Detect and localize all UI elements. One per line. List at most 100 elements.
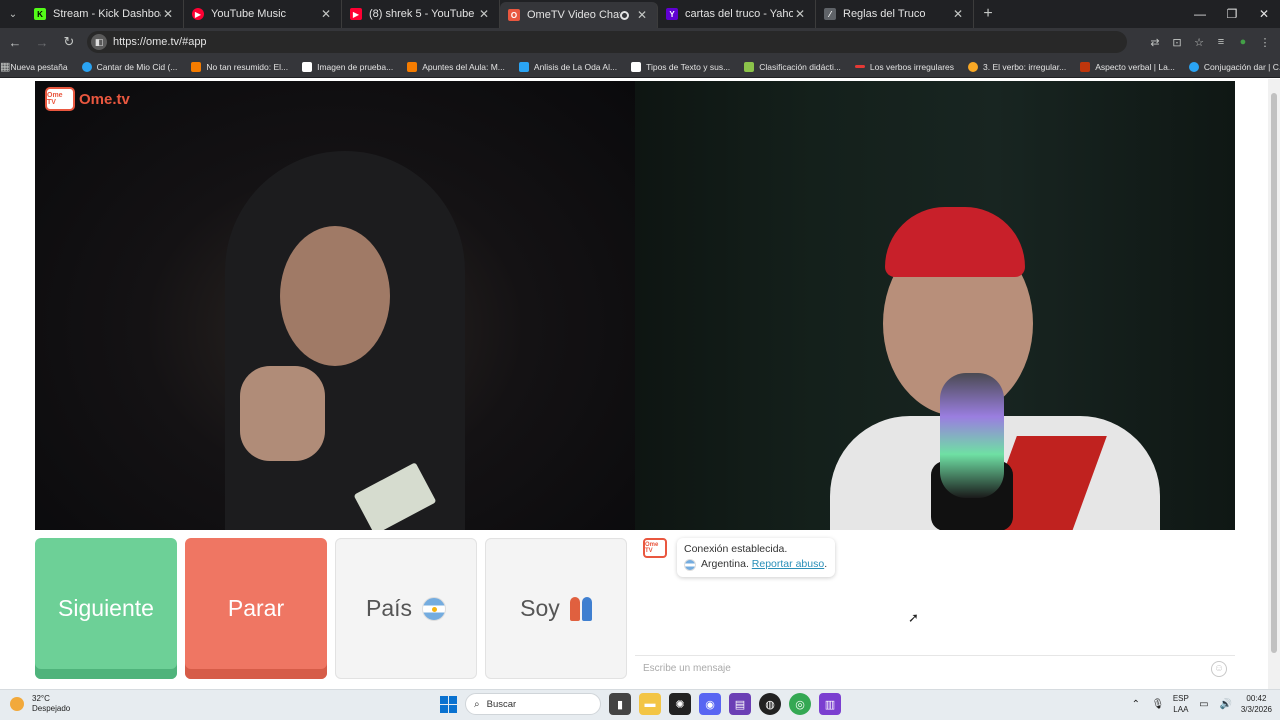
self-video (635, 81, 1235, 530)
bookmark-item[interactable]: Apuntes del Aula: M... (407, 61, 505, 72)
tab-youtube-music[interactable]: ▶ YouTube Music ✕ (184, 0, 342, 28)
obs-icon[interactable]: ◍ (759, 693, 781, 715)
self-cap (885, 207, 1025, 277)
gender-button-label: Soy (520, 595, 560, 621)
chevron-up-icon[interactable]: ⌃ (1129, 699, 1143, 710)
system-message: Conexión establecida. Argentina. Reporta… (677, 538, 836, 577)
apps-grid-icon[interactable]: ▦ (0, 60, 10, 73)
twitch-icon[interactable]: ▥ (819, 693, 841, 715)
scrollbar-thumb[interactable] (1271, 93, 1277, 653)
tab-title: Stream - Kick Dashboard (53, 8, 161, 20)
language-indicator[interactable]: ESP LAA (1173, 693, 1189, 715)
tab-close-icon[interactable]: ✕ (951, 7, 965, 21)
stop-button[interactable]: Parar (185, 538, 327, 679)
tab-youtube-shrek[interactable]: ▶ (8) shrek 5 - YouTube ✕ (342, 0, 500, 28)
next-button[interactable]: Siguiente (35, 538, 177, 679)
close-window-icon[interactable]: ✕ (1248, 0, 1280, 28)
bookmark-item[interactable]: 3. El verbo: irregular... (968, 61, 1066, 72)
file-explorer-icon[interactable]: ▬ (639, 693, 661, 715)
wordpress-favicon-icon (81, 61, 92, 72)
chat-panel: Ome TV Conexión establecida. Argentina. … (635, 530, 1235, 689)
clapperboard-icon[interactable]: ▤ (729, 693, 751, 715)
bookmark-item[interactable]: Nueva pestaña (10, 62, 67, 72)
couple-icon (569, 596, 592, 621)
microphone-icon[interactable]: 🎙 (1151, 699, 1165, 710)
tab-kick-dashboard[interactable]: K Stream - Kick Dashboard ✕ (26, 0, 184, 28)
chatgpt-icon[interactable]: ✺ (669, 693, 691, 715)
tab-ometv[interactable]: O OmeTV Video Chat — Ome ✕ (500, 2, 658, 28)
bookmark-item[interactable]: Conjugación dar | C... (1188, 61, 1280, 72)
page-favicon-icon (518, 61, 529, 72)
taskbar-apps: ⌕ Buscar ▮ ▬ ✺ ◉ ▤ ◍ ◎ ▥ (440, 693, 841, 715)
minimize-icon[interactable]: — (1184, 0, 1216, 28)
weather-desc: Despejado (32, 704, 71, 713)
country-button-label: País (365, 595, 413, 621)
new-tab-plus-icon[interactable]: + (974, 5, 1002, 23)
gender-filter-button[interactable]: Soy (485, 538, 627, 679)
youtube-favicon-icon: ▶ (350, 8, 362, 20)
country-filter-button[interactable]: País (335, 538, 477, 679)
chrome-icon[interactable]: ◎ (789, 693, 811, 715)
message-input[interactable] (643, 663, 1211, 674)
page-scrollbar[interactable] (1268, 79, 1280, 689)
tab-close-icon[interactable]: ✕ (793, 7, 807, 21)
tab-yahoo-search[interactable]: Y cartas del truco - Yahoo Search ✕ (658, 0, 816, 28)
bookmark-star-icon[interactable]: ☆ (1190, 36, 1208, 49)
message-input-row: ☺ (635, 655, 1235, 681)
bookmarks-bar: ▦ Nueva pestaña Cantar de Mio Cid (... N… (0, 56, 1280, 78)
tab-close-icon[interactable]: ✕ (319, 7, 333, 21)
ometv-favicon-icon: O (508, 9, 520, 21)
bookmark-item[interactable]: No tan resumido: El... (191, 61, 288, 72)
install-app-icon[interactable]: ⊡ (1168, 36, 1186, 49)
task-view-icon[interactable]: ▮ (609, 693, 631, 715)
restore-icon[interactable]: ❐ (1216, 0, 1248, 28)
page-favicon-icon (1188, 61, 1199, 72)
page-favicon-icon (1080, 61, 1091, 72)
tab-close-icon[interactable]: ✕ (477, 7, 491, 21)
report-abuse-link[interactable]: Reportar abuso (752, 557, 824, 572)
blogger-favicon-icon (407, 61, 418, 72)
tab-close-icon[interactable]: ✕ (635, 8, 649, 22)
wikimedia-favicon-icon (302, 61, 313, 72)
clock[interactable]: 00:42 3/3/2026 (1241, 693, 1272, 715)
weather-widget[interactable]: 32°C Despejado (10, 694, 70, 714)
omnibox[interactable]: ◧ https://ome.tv/#app (87, 31, 1127, 53)
windows-taskbar: 32°C Despejado ⌕ Buscar ▮ ▬ ✺ ◉ ▤ ◍ ◎ ▥ … (0, 689, 1280, 720)
bookmark-item[interactable]: Tipos de Texto y sus... (631, 61, 730, 72)
rgb-microphone (940, 373, 1004, 498)
page-favicon-icon (854, 65, 865, 68)
tab-title: OmeTV Video Chat — Ome (527, 9, 620, 21)
ometv-page: Ome TV Ome.tv Siguiente Parar País Soy O… (0, 79, 1280, 689)
address-toolbar: ← → ↻ ◧ https://ome.tv/#app ⇄ ⊡ ☆ ≡ ● ⋮ (0, 28, 1280, 56)
profile-avatar-icon[interactable]: ● (1234, 36, 1252, 49)
bookmark-item[interactable]: Aspecto verbal | La... (1080, 61, 1175, 72)
argentina-flag-icon (684, 558, 696, 571)
back-arrow-icon[interactable]: ← (3, 35, 27, 50)
camera-site-info-icon[interactable]: ◧ (91, 34, 107, 50)
translate-icon[interactable]: ⇄ (1146, 36, 1164, 49)
display-icon[interactable]: ▭ (1197, 699, 1211, 710)
more-menu-icon[interactable]: ⋮ (1256, 36, 1274, 49)
url-text[interactable]: https://ome.tv/#app (113, 36, 207, 48)
tab-reglas-truco[interactable]: ⁄ Reglas del Truco ✕ (816, 0, 974, 28)
bookmark-item[interactable]: Anlisis de La Oda Al... (518, 61, 617, 72)
taskbar-search[interactable]: ⌕ Buscar (465, 693, 601, 715)
bookmark-item[interactable]: Cantar de Mio Cid (... (81, 61, 177, 72)
media-controls-icon[interactable]: ≡ (1212, 36, 1230, 49)
bookmark-item[interactable]: Clasificación didácti... (744, 61, 841, 72)
tab-search-chevron-down-icon[interactable]: ⌄ (0, 0, 26, 28)
taskbar-search-label: Buscar (486, 698, 517, 710)
volume-icon[interactable]: 🔊 (1219, 699, 1233, 710)
discord-icon[interactable]: ◉ (699, 693, 721, 715)
bookmark-item[interactable]: Los verbos irregulares (854, 62, 954, 72)
windows-start-icon[interactable] (440, 695, 457, 713)
page-favicon-icon: ⁄ (824, 8, 836, 20)
weather-temp: 32°C (32, 694, 50, 703)
emoji-smile-icon[interactable]: ☺ (1211, 660, 1227, 677)
reload-icon[interactable]: ↻ (57, 34, 81, 50)
stop-button-label: Parar (227, 595, 285, 621)
bookmark-item[interactable]: Imagen de prueba... (302, 61, 393, 72)
forward-arrow-icon[interactable]: → (30, 35, 54, 50)
tab-close-icon[interactable]: ✕ (161, 7, 175, 21)
ometv-logo: Ome TV Ome.tv (45, 87, 130, 111)
